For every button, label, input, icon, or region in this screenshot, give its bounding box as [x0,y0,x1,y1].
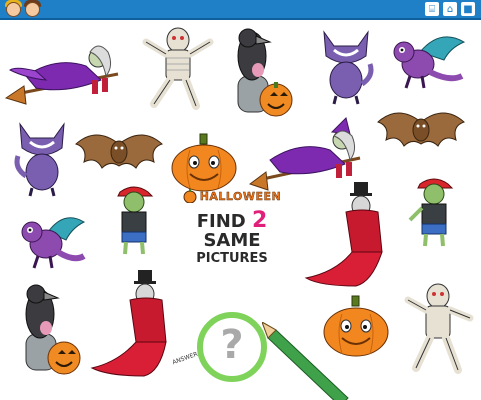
find-word: FIND [196,211,246,232]
vampire-picture[interactable] [88,270,182,380]
pumpkin-picture[interactable] [170,133,238,192]
cat-picture[interactable] [316,28,376,106]
cat-picture[interactable] [12,120,72,198]
witch-picture[interactable] [248,117,368,191]
magnifier-icon: ? [197,312,267,382]
home-icon[interactable]: ⌂ [443,2,457,16]
stop-icon[interactable]: ■ [461,2,475,16]
bat-picture[interactable] [376,104,466,160]
mini-pumpkin-icon [183,189,197,203]
zombie-boy-picture[interactable] [110,184,160,258]
witch-picture[interactable] [4,36,124,105]
mummy-picture[interactable] [404,282,476,374]
kids-logo [2,0,44,20]
zombie-boy-picture[interactable] [408,176,470,250]
center-instructions: HALLOWEEN FIND 2 SAME PICTURES [178,188,286,308]
girl-face [6,2,21,17]
top-icons: ⌸ ⌂ ■ [425,2,475,16]
bat-picture[interactable] [74,126,164,182]
vampire-picture[interactable] [296,182,388,290]
top-bar: ⌸ ⌂ ■ [0,0,481,20]
find-line: FIND 2 [178,210,286,232]
raven-tombstone-picture[interactable] [14,282,86,375]
menu-icon[interactable]: ⌸ [425,2,439,16]
question-mark: ? [220,322,244,368]
halloween-banner: HALLOWEEN [178,188,286,204]
dragon-picture[interactable] [390,32,470,92]
pictures-word: PICTURES [196,251,268,266]
raven-tombstone-picture[interactable] [226,26,298,117]
halloween-title: HALLOWEEN [199,189,282,203]
dragon-picture[interactable] [18,212,88,270]
answer-stamp: ANSWER [172,351,202,385]
same-word: SAME [203,230,261,251]
boy-face [25,2,40,17]
pumpkin-picture[interactable] [322,295,390,358]
mummy-picture[interactable] [140,26,218,110]
